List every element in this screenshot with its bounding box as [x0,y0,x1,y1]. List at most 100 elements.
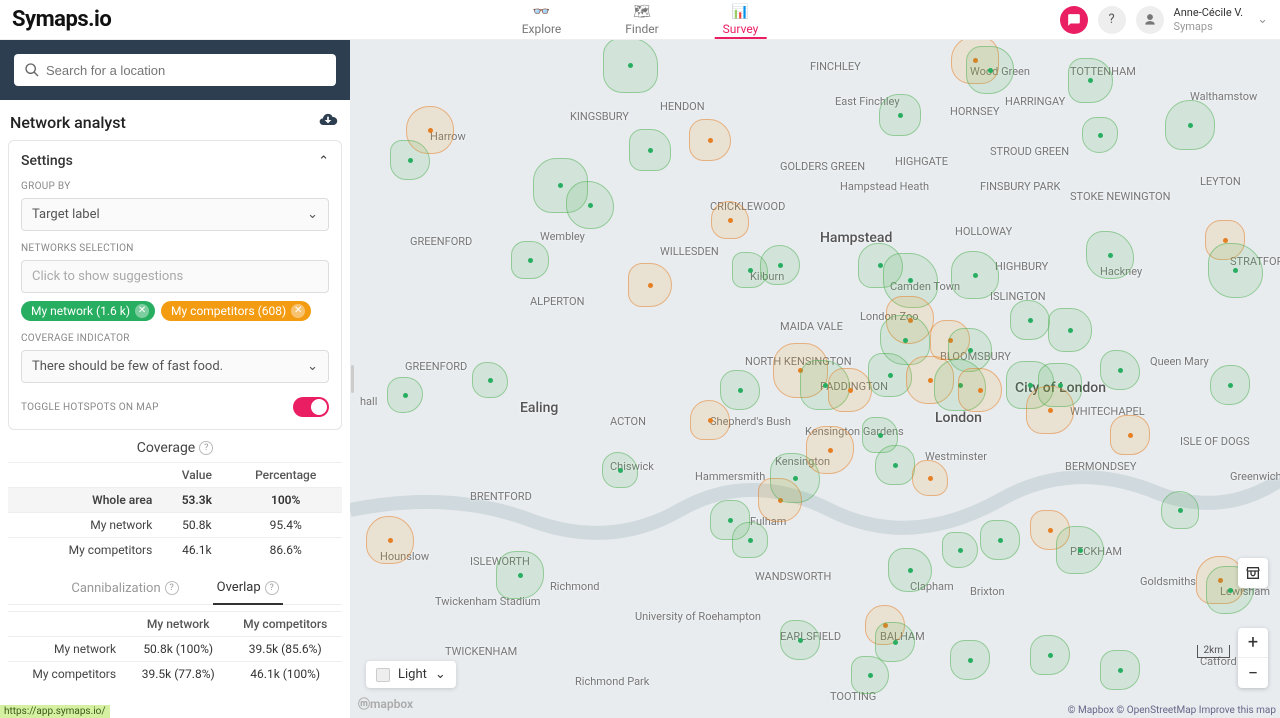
hotspot-dot[interactable] [1048,653,1053,658]
hotspot-dot[interactable] [978,388,983,393]
hotspot-dot[interactable] [973,273,978,278]
zoom-out-button[interactable]: − [1238,658,1268,688]
hotspot-dot[interactable] [1088,78,1093,83]
hotspot-dot[interactable] [878,433,883,438]
hotspot-dot[interactable] [908,568,913,573]
hotspot-dot[interactable] [1068,328,1073,333]
hotspot-dot[interactable] [1108,253,1113,258]
hotspot-dot[interactable] [1118,368,1123,373]
hotspot-dot[interactable] [893,463,898,468]
map-style-picker[interactable]: Light ⌄ [366,661,456,688]
download-button[interactable] [318,110,338,134]
settings-header[interactable]: Settings ⌃ [21,153,329,169]
hotspot-dot[interactable] [403,393,408,398]
hotspot-dot[interactable] [928,476,933,481]
hotspot-dot[interactable] [1028,383,1033,388]
info-icon[interactable]: ? [199,441,213,455]
help-button[interactable]: ? [1098,6,1126,34]
hotspot-dot[interactable] [1188,123,1193,128]
hotspot-dot[interactable] [898,113,903,118]
info-icon[interactable]: ? [265,581,279,595]
group-by-select[interactable]: Target label ⌄ [21,198,329,231]
map-poi-button[interactable] [1238,558,1268,588]
hotspot-dot[interactable] [708,138,713,143]
hotspot-dot[interactable] [708,418,713,423]
hotspot-dot[interactable] [1098,133,1103,138]
hotspot-dot[interactable] [528,258,533,263]
map-scale: 2km [1197,645,1230,658]
chip-my-network[interactable]: My network (1.6 k) ✕ [21,301,155,321]
coverage-table: Value Percentage Whole area 53.3k 100% M… [8,462,342,562]
map-attribution[interactable]: © Mapbox © OpenStreetMap Improve this ma… [1068,705,1276,716]
location-search[interactable] [14,54,336,86]
user-menu-caret[interactable]: ⌄ [1257,12,1268,27]
hotspot-dot[interactable] [748,538,753,543]
coverage-indicator-select[interactable]: There should be few of fast food. ⌄ [21,350,329,383]
hotspot-dot[interactable] [1048,528,1053,533]
hotspot-dot[interactable] [1078,548,1083,553]
search-input[interactable] [46,63,326,78]
hotspot-dot[interactable] [1233,268,1238,273]
hotspot-dot[interactable] [828,448,833,453]
hotspot-dot[interactable] [1128,433,1133,438]
hotspot-dot[interactable] [738,388,743,393]
mapbox-logo: ⓜmapbox [358,695,413,712]
hotspot-dot[interactable] [903,338,908,343]
map-area[interactable]: HENDONFINCHLEYEast FinchleyWood GreenTOT… [350,40,1280,718]
hotspot-dot[interactable] [893,640,898,645]
hotspot-dot[interactable] [908,278,913,283]
chip-close-icon[interactable]: ✕ [291,304,305,318]
user-avatar[interactable] [1136,6,1164,34]
nav-tab-finder[interactable]: 🗺 Finder [617,0,666,39]
hotspot-dot[interactable] [928,378,933,383]
map-canvas[interactable]: HENDONFINCHLEYEast FinchleyWood GreenTOT… [350,40,1280,718]
hotspot-dot[interactable] [1228,383,1233,388]
hotspot-dot[interactable] [798,638,803,643]
hotspot-dot[interactable] [868,673,873,678]
hotspot-dot[interactable] [1118,668,1123,673]
chat-button[interactable] [1060,6,1088,34]
chevron-down-icon: ⌄ [435,667,446,682]
networks-suggestions[interactable]: Click to show suggestions [21,260,329,293]
hotspot-dot[interactable] [793,476,798,481]
hotspot-dot[interactable] [1228,588,1233,593]
hotspot-dot[interactable] [558,183,563,188]
hotspot-dot[interactable] [968,348,973,353]
hotspot-dot[interactable] [428,128,433,133]
tab-overlap[interactable]: Overlap ? [213,572,283,605]
hotspot-dot[interactable] [778,263,783,268]
hotspot-dot[interactable] [588,203,593,208]
sidebar-scroll[interactable]: Settings ⌃ GROUP BY Target label ⌄ NETWO… [0,140,350,718]
hotspot-dot[interactable] [1178,508,1183,513]
chip-close-icon[interactable]: ✕ [135,304,149,318]
hotspot-dot[interactable] [618,468,623,473]
hotspot-dot[interactable] [408,158,413,163]
hotspot-dot[interactable] [728,518,733,523]
nav-tab-survey[interactable]: 📊 Survey [715,0,767,39]
info-icon[interactable]: ? [165,581,179,595]
hotspot-dot[interactable] [628,63,633,68]
hotspot-dot[interactable] [388,538,393,543]
hotspot-dot[interactable] [1028,318,1033,323]
hotspot-dot[interactable] [648,283,653,288]
tab-cannibalization[interactable]: Cannibalization ? [67,572,182,604]
hotspot-dot[interactable] [748,268,753,273]
hotspot-dot[interactable] [988,68,993,73]
hotspot-dot[interactable] [958,548,963,553]
hotspot-dot[interactable] [518,573,523,578]
hotspot-dot[interactable] [848,388,853,393]
hotspot-dot[interactable] [1058,383,1063,388]
sidebar-resize-handle[interactable] [350,40,356,718]
hotspot-dot[interactable] [488,378,493,383]
nav-tab-explore[interactable]: 👓 Explore [514,0,570,39]
hotspot-dot[interactable] [648,148,653,153]
hotspot-dot[interactable] [888,373,893,378]
status-bar: https://app.symaps.io/ [0,705,110,718]
hotspot-dot[interactable] [728,218,733,223]
hotspot-dot[interactable] [1048,408,1053,413]
hotspot-dot[interactable] [968,658,973,663]
hotspots-toggle[interactable] [293,397,329,417]
chip-my-competitors[interactable]: My competitors (608) ✕ [161,301,311,321]
hotspot-dot[interactable] [998,538,1003,543]
zoom-in-button[interactable]: + [1238,628,1268,658]
